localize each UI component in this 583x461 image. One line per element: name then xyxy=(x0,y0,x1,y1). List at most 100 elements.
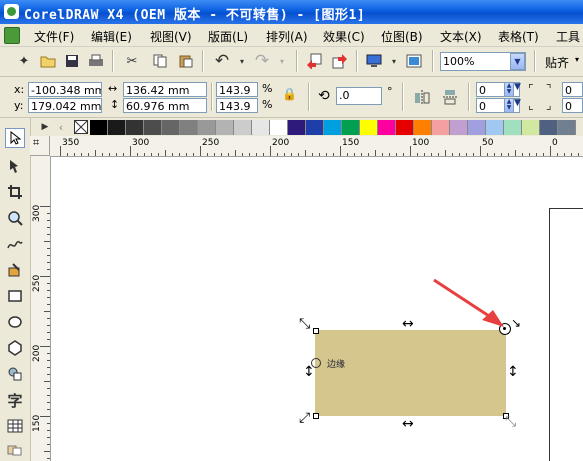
undo-icon[interactable]: ↶ xyxy=(212,51,232,71)
palette-swatch[interactable] xyxy=(162,120,180,135)
palette-swatch[interactable] xyxy=(414,120,432,135)
scale-x-field[interactable]: 143.9 xyxy=(216,82,258,97)
corner-roundness-right-top-field[interactable]: 0 xyxy=(562,82,583,97)
x-position-field[interactable]: -100.348 mm xyxy=(28,82,102,97)
palette-scroll-back-icon[interactable]: ‹ xyxy=(54,118,68,136)
vertical-ruler[interactable]: 300 250 200 150 xyxy=(30,156,51,461)
rotate-handle-top-left-icon[interactable]: ⤡ xyxy=(299,316,310,332)
text-tool-icon[interactable]: 字 xyxy=(5,390,25,410)
menu-layout[interactable]: 版面(L) xyxy=(208,28,248,45)
skew-handle-right-icon[interactable]: ↕ xyxy=(507,364,519,380)
palette-swatch[interactable] xyxy=(450,120,468,135)
corner-dropdown-icon[interactable]: ▼ xyxy=(514,98,521,108)
palette-swatch[interactable] xyxy=(90,120,108,135)
corner-top-spinner-icon[interactable]: ▲ ▼ xyxy=(504,82,514,97)
selection-handle-bottom-left[interactable] xyxy=(313,413,319,419)
export-icon[interactable] xyxy=(330,51,350,71)
menu-tools[interactable]: 工具 xyxy=(556,28,580,45)
ellipse-tool-icon[interactable] xyxy=(5,312,25,332)
palette-swatch[interactable] xyxy=(522,120,540,135)
application-launcher-icon[interactable] xyxy=(364,51,384,71)
palette-swatch[interactable] xyxy=(216,120,234,135)
palette-swatch[interactable] xyxy=(126,120,144,135)
open-folder-icon[interactable] xyxy=(38,51,58,71)
zoom-dropdown-icon[interactable]: ▼ xyxy=(510,53,525,70)
no-fill-swatch[interactable] xyxy=(74,120,88,134)
selected-rectangle[interactable] xyxy=(315,330,506,416)
smart-fill-tool-icon[interactable] xyxy=(5,260,25,280)
y-position-field[interactable]: 179.042 mm xyxy=(28,98,102,113)
redo-icon[interactable]: ↷ xyxy=(252,51,272,71)
document-icon[interactable] xyxy=(4,27,20,44)
palette-swatch[interactable] xyxy=(180,120,198,135)
palette-swatch[interactable] xyxy=(144,120,162,135)
skew-handle-left-icon[interactable]: ↕ xyxy=(303,364,315,380)
corner-dropdown-icon[interactable]: ▼ xyxy=(514,82,521,92)
horizontal-ruler[interactable]: 350 300 250 200 150 100 50 0 xyxy=(30,136,583,157)
mirror-horizontal-icon[interactable] xyxy=(412,87,432,107)
rotate-handle-bottom-left-icon[interactable]: ⤢ xyxy=(299,410,310,426)
launcher-dropdown-icon[interactable]: ▾ xyxy=(384,51,404,71)
palette-swatch[interactable] xyxy=(432,120,450,135)
palette-swatch[interactable] xyxy=(306,120,324,135)
palette-swatch[interactable] xyxy=(540,120,558,135)
print-icon[interactable] xyxy=(86,51,106,71)
height-field[interactable]: 60.976 mm xyxy=(123,98,207,113)
menu-arrange[interactable]: 排列(A) xyxy=(266,28,308,45)
cut-icon[interactable]: ✂ xyxy=(122,51,142,71)
palette-swatch[interactable] xyxy=(252,120,270,135)
selection-handle-top-left[interactable] xyxy=(313,328,319,334)
mirror-vertical-icon[interactable] xyxy=(440,87,460,107)
palette-swatch[interactable] xyxy=(234,120,252,135)
palette-swatch[interactable] xyxy=(108,120,126,135)
lock-ratio-icon[interactable]: 🔒 xyxy=(282,87,297,101)
import-icon[interactable] xyxy=(304,51,324,71)
save-icon[interactable] xyxy=(62,51,82,71)
corner-bottom-spinner-icon[interactable]: ▲ ▼ xyxy=(504,98,514,113)
palette-swatch[interactable] xyxy=(198,120,216,135)
palette-swatch[interactable] xyxy=(396,120,414,135)
palette-swatch[interactable] xyxy=(504,120,522,135)
menu-table[interactable]: 表格(T) xyxy=(498,28,539,45)
palette-swatch[interactable] xyxy=(342,120,360,135)
rectangle-tool-icon[interactable] xyxy=(5,286,25,306)
skew-handle-top-icon[interactable]: ↔ xyxy=(402,316,414,332)
redo-dropdown-icon[interactable]: ▾ xyxy=(272,51,292,71)
palette-swatch[interactable] xyxy=(486,120,504,135)
snap-to-menu[interactable]: 贴齐 xyxy=(545,54,569,71)
paste-icon[interactable] xyxy=(176,51,196,71)
pick-tool-icon[interactable] xyxy=(5,128,25,148)
palette-swatch[interactable] xyxy=(558,120,576,135)
menu-text[interactable]: 文本(X) xyxy=(440,28,482,45)
menu-edit[interactable]: 编辑(E) xyxy=(91,28,132,45)
welcome-screen-icon[interactable] xyxy=(404,51,424,71)
shape-tool-icon[interactable] xyxy=(5,156,25,176)
skew-handle-bottom-icon[interactable]: ↔ xyxy=(402,416,414,432)
zoom-tool-icon[interactable] xyxy=(5,208,25,228)
table-tool-icon[interactable] xyxy=(5,416,25,436)
palette-swatch[interactable] xyxy=(360,120,378,135)
palette-swatch[interactable] xyxy=(324,120,342,135)
ruler-origin[interactable]: ⌗ xyxy=(30,136,50,156)
copy-icon[interactable] xyxy=(150,51,170,71)
palette-swatch[interactable] xyxy=(288,120,306,135)
crop-tool-icon[interactable] xyxy=(5,182,25,202)
parallel-dimension-tool-icon[interactable] xyxy=(5,440,25,460)
rotate-handle-bottom-right-icon[interactable]: ⤡ xyxy=(505,414,516,430)
freehand-tool-icon[interactable] xyxy=(5,234,25,254)
palette-swatch[interactable] xyxy=(378,120,396,135)
menu-view[interactable]: 视图(V) xyxy=(150,28,192,45)
rotation-angle-field[interactable]: .0 xyxy=(336,87,382,105)
menu-file[interactable]: 文件(F) xyxy=(34,28,74,45)
palette-swatch[interactable] xyxy=(270,120,288,135)
menu-effects[interactable]: 效果(C) xyxy=(323,28,365,45)
scale-y-field[interactable]: 143.9 xyxy=(216,98,258,113)
corner-roundness-right-bottom-field[interactable]: 0 xyxy=(562,98,583,113)
basic-shapes-tool-icon[interactable] xyxy=(5,364,25,384)
snap-dropdown-icon[interactable]: ▾ xyxy=(575,55,579,64)
polygon-tool-icon[interactable] xyxy=(5,338,25,358)
undo-dropdown-icon[interactable]: ▾ xyxy=(232,51,252,71)
new-document-icon[interactable]: ✦ xyxy=(14,51,34,71)
menu-bitmaps[interactable]: 位图(B) xyxy=(381,28,423,45)
palette-scroll-left-icon[interactable]: ▶ xyxy=(38,118,52,136)
